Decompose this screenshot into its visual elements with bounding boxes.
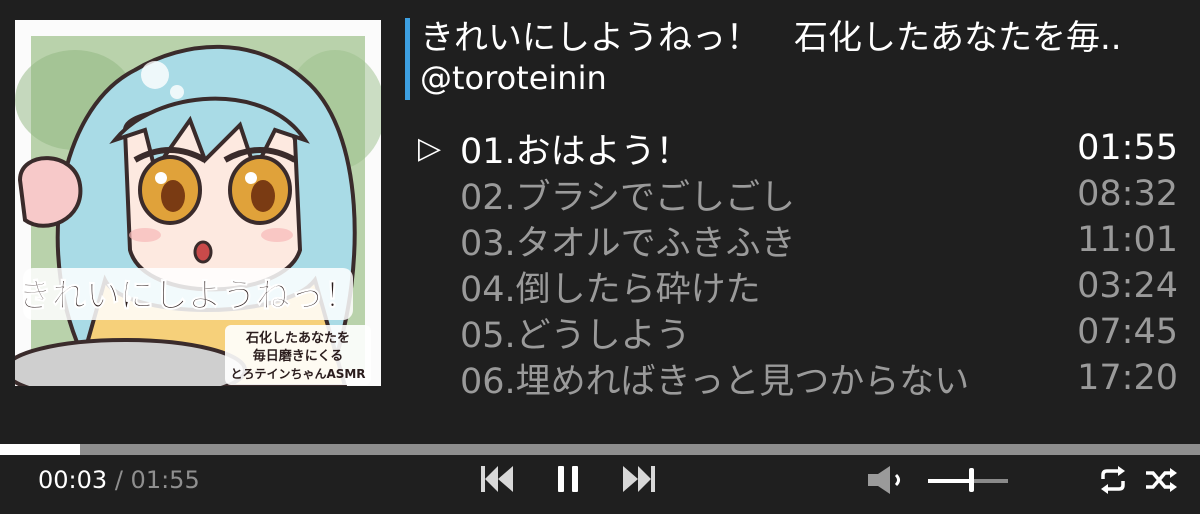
- repeat-icon[interactable]: [1098, 465, 1128, 495]
- track-duration: 11:01: [1077, 220, 1178, 260]
- now-playing-icon: ▷: [418, 130, 442, 166]
- track-duration: 07:45: [1077, 312, 1178, 352]
- track-title: 02.ブラシでごしごし: [460, 177, 795, 218]
- track-item[interactable]: 04.倒したら砕けた 03:24: [418, 263, 1178, 310]
- track-title: 01.おはよう！: [460, 131, 691, 172]
- track-item[interactable]: 02.ブラシでごしごし 08:32: [418, 171, 1178, 218]
- artist-name[interactable]: @toroteinin: [420, 58, 1195, 98]
- album-cover: きれいにしようねっ！ 石化したあなたを 毎日磨きにくる とろテインちゃんASMR: [15, 20, 381, 386]
- time-display: 00:03 / 01:55: [38, 466, 200, 494]
- track-duration: 17:20: [1077, 358, 1178, 398]
- pause-icon[interactable]: [556, 464, 580, 494]
- track-title: 05.どうしよう: [460, 315, 691, 356]
- cover-subline-1: 石化したあなたを: [245, 330, 350, 346]
- seek-bar[interactable]: [0, 444, 1200, 455]
- track-title: 03.タオルでふきふき: [460, 223, 796, 264]
- volume-slider-handle[interactable]: [969, 468, 974, 492]
- track-item[interactable]: ▷ 01.おはよう！ 01:55: [418, 125, 1178, 172]
- track-item[interactable]: 06.埋めればきっと見つからない 17:20: [418, 355, 1178, 402]
- album-header: きれいにしようねっ！ 石化したあなたを毎.. @toroteinin: [405, 18, 1195, 100]
- seek-bar-fill: [0, 444, 81, 455]
- track-duration: 03:24: [1077, 266, 1178, 306]
- shuffle-icon[interactable]: [1144, 466, 1178, 494]
- skip-next-icon[interactable]: [622, 464, 656, 494]
- track-duration: 01:55: [1077, 128, 1178, 168]
- current-time: 00:03: [38, 466, 108, 494]
- track-duration: 08:32: [1077, 174, 1178, 214]
- volume-icon[interactable]: [866, 465, 918, 495]
- volume-slider-fill: [928, 479, 973, 483]
- track-item[interactable]: 05.どうしよう 07:45: [418, 309, 1178, 356]
- volume-slider[interactable]: [928, 479, 1008, 483]
- total-time: 01:55: [130, 466, 200, 494]
- skip-previous-icon[interactable]: [480, 464, 514, 494]
- track-list: ▷ 01.おはよう！ 01:55 02.ブラシでごしごし 08:32 03.タオ…: [418, 125, 1178, 402]
- cover-subline-3: とろテインちゃんASMR: [230, 367, 365, 381]
- cover-headline: きれいにしようねっ！: [18, 276, 358, 316]
- album-title: きれいにしようねっ！ 石化したあなたを毎..: [420, 18, 1122, 58]
- track-title: 06.埋めればきっと見つからない: [460, 361, 970, 402]
- track-item[interactable]: 03.タオルでふきふき 11:01: [418, 217, 1178, 264]
- track-title: 04.倒したら砕けた: [460, 269, 761, 310]
- cover-subline-2: 毎日磨きにくる: [253, 348, 343, 364]
- time-separator: /: [114, 466, 123, 494]
